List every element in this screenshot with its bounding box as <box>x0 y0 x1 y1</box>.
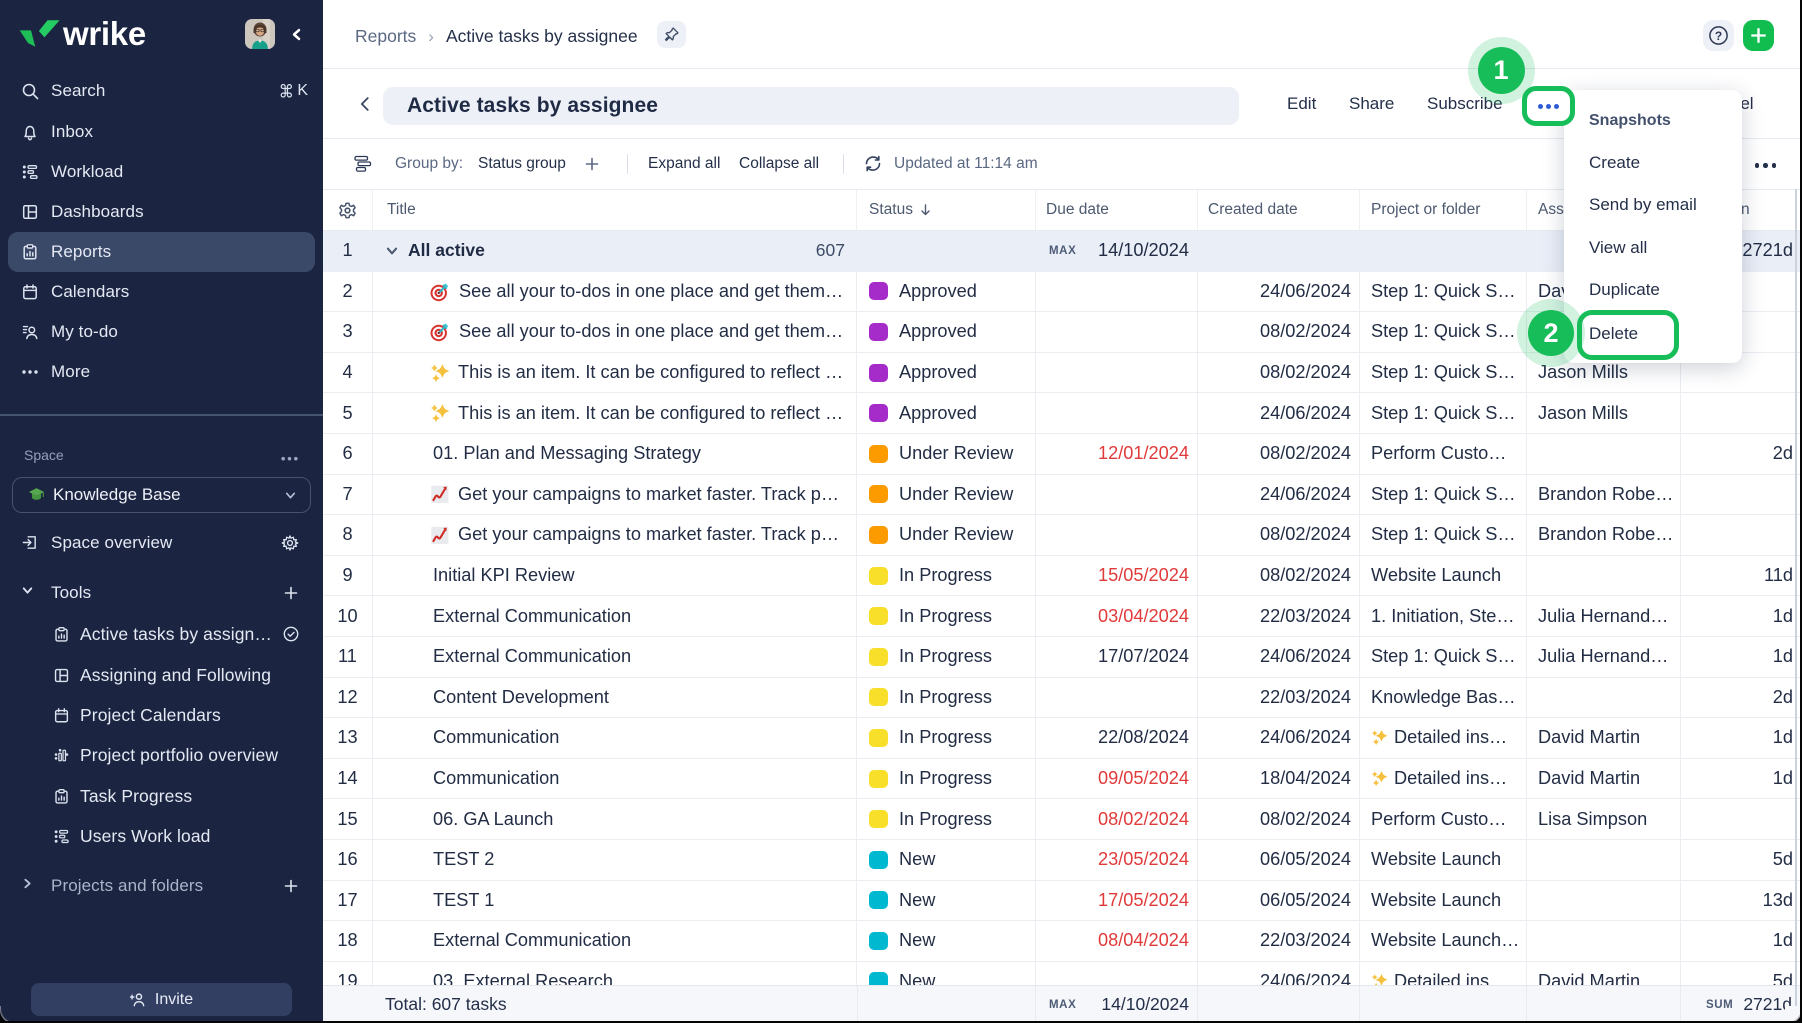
svg-text:?: ? <box>1715 29 1722 43</box>
